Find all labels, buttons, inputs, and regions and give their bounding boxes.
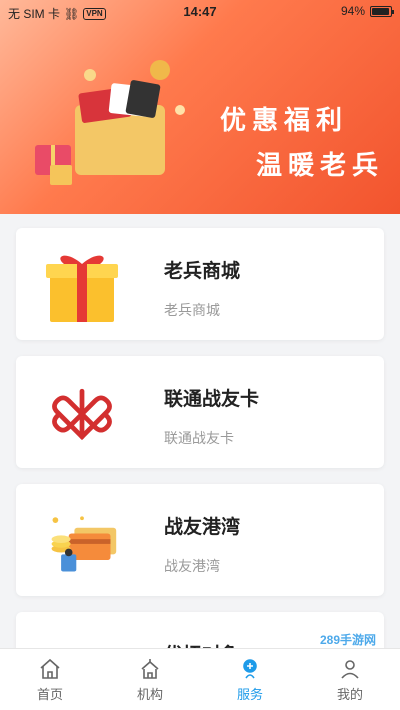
- gift-envelope-illustration: [35, 60, 185, 185]
- battery-fill: [372, 7, 389, 15]
- gift-box-icon: [44, 248, 120, 324]
- building-icon: [141, 658, 159, 679]
- tab-label: 我的: [336, 686, 363, 702]
- tab-label: 服务: [236, 686, 263, 702]
- bottom-tab-bar: 首页 机构 服务 我的: [0, 648, 400, 710]
- status-bar: 无 SIM 卡 ⛓ VPN 14:47 94%: [0, 0, 400, 24]
- service-card-harbor[interactable]: 战友港湾 战友港湾: [16, 484, 384, 596]
- tab-label: 机构: [136, 686, 163, 702]
- home-icon: [40, 658, 60, 679]
- card-subtitle: 老兵商城: [164, 302, 220, 318]
- tab-label: 首页: [36, 686, 63, 702]
- tab-home[interactable]: 首页: [0, 649, 100, 710]
- card-subtitle: 联通战友卡: [164, 430, 234, 446]
- card-title: 老兵商城: [164, 261, 241, 282]
- promo-banner[interactable]: 优惠福利 温暖老兵: [0, 0, 400, 214]
- coins-cards-icon: [44, 504, 120, 580]
- card-title: 联通战友卡: [164, 389, 260, 410]
- service-icon: [243, 658, 257, 678]
- tab-profile[interactable]: 我的: [300, 649, 400, 710]
- service-card-unicom[interactable]: 联通战友卡 联通战友卡: [16, 356, 384, 468]
- battery-percent: 94%: [340, 4, 365, 18]
- card-subtitle: 战友港湾: [164, 558, 220, 574]
- tab-service[interactable]: 服务: [200, 649, 300, 710]
- banner-slogan: 优惠福利 温暖老兵: [220, 100, 384, 182]
- china-unicom-logo-icon: [44, 376, 120, 452]
- profile-icon: [341, 659, 359, 679]
- card-title: 战友港湾: [164, 517, 241, 538]
- watermark-logo: 289手游网: [319, 633, 376, 647]
- banner-line2: 温暖老兵: [255, 151, 384, 181]
- banner-line1: 优惠福利: [219, 106, 348, 136]
- service-card-veteran-mall[interactable]: 老兵商城 老兵商城: [16, 228, 384, 340]
- tab-institution[interactable]: 机构: [100, 649, 200, 710]
- battery-icon: [370, 5, 394, 17]
